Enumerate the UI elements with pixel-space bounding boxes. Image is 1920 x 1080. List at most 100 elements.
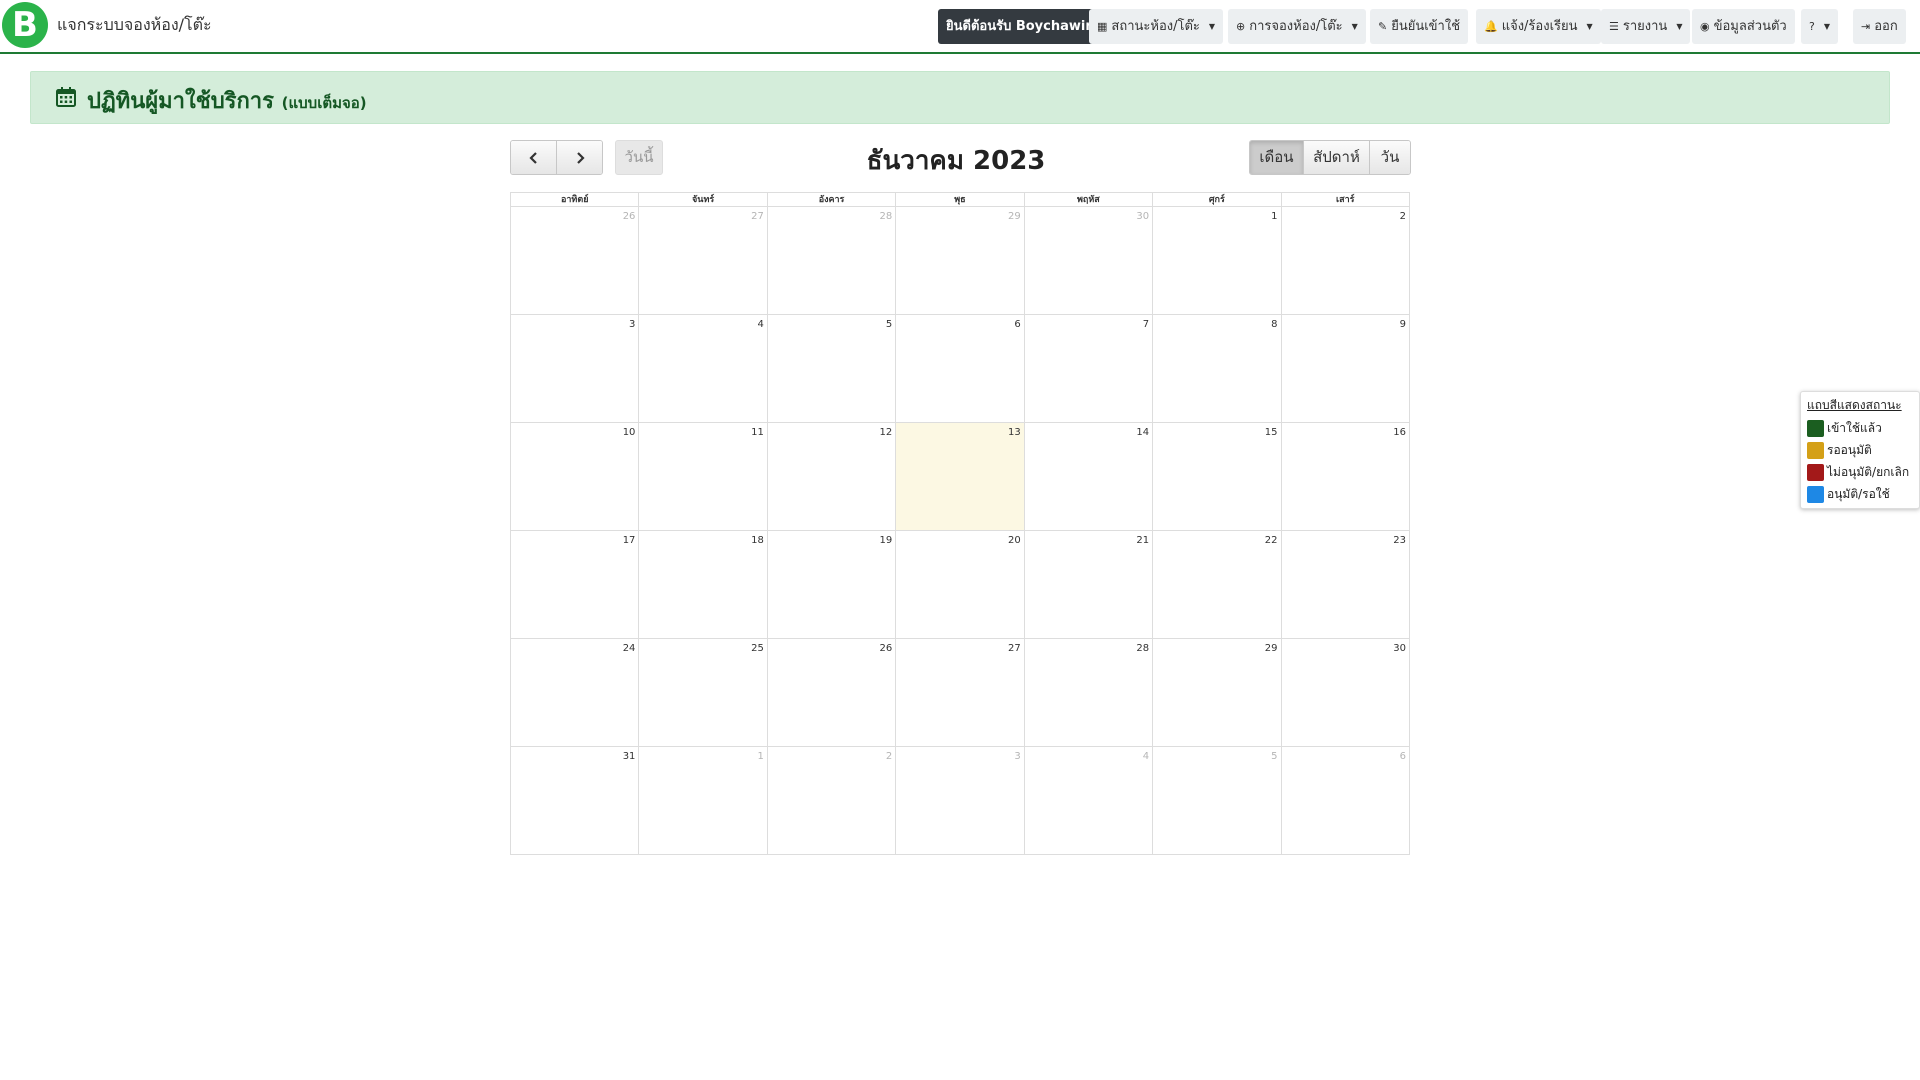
day-number: 27 <box>1007 643 1021 654</box>
day-number: 2 <box>1399 211 1406 222</box>
calendar-day-cell[interactable]: 2 <box>766 746 897 855</box>
view-day-button[interactable]: วัน <box>1370 141 1410 174</box>
welcome-user-button[interactable]: ยินดีต้อนรับ Boychawin <box>938 9 1103 44</box>
calendar-day-cell[interactable]: 1 <box>638 746 768 855</box>
profile-button[interactable]: ◉ ข้อมูลส่วนตัว <box>1692 9 1795 44</box>
day-number: 31 <box>622 751 636 762</box>
logout-button[interactable]: ⇥ ออก <box>1853 9 1906 44</box>
legend-title: แถบสีแสดงสถานะ <box>1807 398 1902 412</box>
today-button[interactable]: วันนี้ <box>615 140 663 175</box>
calendar-day-cell[interactable]: 4 <box>1023 746 1154 855</box>
legend-label: อนุมัติ/รอใช้ <box>1827 486 1890 501</box>
day-number: 3 <box>1014 751 1021 762</box>
view-month-button[interactable]: เดือน <box>1250 141 1304 174</box>
calendar-day-cell[interactable]: 3 <box>509 314 640 423</box>
calendar-day-cell[interactable]: 29 <box>1152 638 1282 747</box>
calendar-week-row: 17 18 19 20 21 22 23 <box>509 530 1411 639</box>
calendar-day-cell[interactable]: 27 <box>638 206 768 315</box>
help-menu[interactable]: ? ▼ <box>1801 9 1838 44</box>
next-button[interactable] <box>557 141 602 174</box>
legend-label: รออนุมัติ <box>1827 442 1872 457</box>
calendar-day-today[interactable]: 13 <box>895 422 1025 531</box>
calendar-day-cell[interactable]: 5 <box>1152 746 1282 855</box>
calendar-day-cell[interactable]: 31 <box>509 746 640 855</box>
table-grid-icon: ▦ <box>1097 20 1108 33</box>
calendar-day-cell[interactable]: 6 <box>1280 746 1411 855</box>
calendar-day-cell[interactable]: 29 <box>895 206 1025 315</box>
prev-button[interactable] <box>511 141 557 174</box>
calendar-day-cell[interactable]: 20 <box>895 530 1025 639</box>
calendar-day-cell[interactable]: 1 <box>1152 206 1282 315</box>
calendar-day-cell[interactable]: 10 <box>509 422 640 531</box>
calendar-day-cell[interactable]: 27 <box>895 638 1025 747</box>
calendar-day-cell[interactable]: 18 <box>638 530 768 639</box>
calendar-day-cell[interactable]: 6 <box>895 314 1025 423</box>
calendar-day-cell[interactable]: 28 <box>766 206 897 315</box>
calendar-day-cell[interactable]: 22 <box>1152 530 1282 639</box>
day-number: 15 <box>1264 427 1278 438</box>
day-number: 1 <box>1271 211 1278 222</box>
calendar-day-cell[interactable]: 4 <box>638 314 768 423</box>
calendar-day-cell[interactable]: 7 <box>1023 314 1154 423</box>
legend-item: เข้าใช้แล้ว <box>1807 417 1913 439</box>
calendar-day-cell[interactable]: 14 <box>1023 422 1154 531</box>
caret-down-icon: ▼ <box>1676 22 1683 31</box>
calendar-icon <box>56 87 76 107</box>
calendar-day-cell[interactable]: 25 <box>638 638 768 747</box>
calendar-day-cell[interactable]: 21 <box>1023 530 1154 639</box>
calendar-day-cell[interactable]: 16 <box>1280 422 1411 531</box>
calendar-day-cell[interactable]: 3 <box>895 746 1025 855</box>
view-week-button[interactable]: สัปดาห์ <box>1304 141 1370 174</box>
day-number: 30 <box>1136 211 1150 222</box>
calendar-day-cell[interactable]: 9 <box>1280 314 1411 423</box>
reports-menu[interactable]: ☰ รายงาน ▼ <box>1601 9 1691 44</box>
brand-title[interactable]: แจกระบบจองห้อง/โต๊ะ <box>57 13 212 38</box>
weekday-header: พุธ <box>895 192 1025 207</box>
room-status-menu[interactable]: ▦ สถานะห้อง/โต๊ะ ▼ <box>1089 9 1224 44</box>
calendar-day-cell[interactable]: 2 <box>1280 206 1411 315</box>
day-number: 6 <box>1399 751 1406 762</box>
logo[interactable]: B <box>2 2 48 48</box>
page-title: ปฏิทินผู้มาใช้บริการ (แบบเต็มจอ) <box>87 89 367 114</box>
calendar-day-cell[interactable]: 30 <box>1023 206 1154 315</box>
day-number: 4 <box>1142 751 1150 762</box>
calendar-day-cell[interactable]: 24 <box>509 638 640 747</box>
weekday-header: ศุกร์ <box>1152 192 1282 207</box>
sign-out-icon: ⇥ <box>1861 20 1871 33</box>
confirm-use-button[interactable]: ✎ ยืนยันเข้าใช้ <box>1370 9 1469 44</box>
day-number: 16 <box>1393 427 1406 438</box>
day-number: 26 <box>622 211 636 222</box>
page-header: ปฏิทินผู้มาใช้บริการ (แบบเต็มจอ) <box>30 71 1890 124</box>
calendar-day-cell[interactable]: 28 <box>1023 638 1154 747</box>
calendar-day-cell[interactable]: 12 <box>766 422 897 531</box>
calendar-day-cell[interactable]: 15 <box>1152 422 1282 531</box>
bell-icon: 🔔 <box>1484 20 1498 33</box>
booking-menu[interactable]: ⊕ การจองห้อง/โต๊ะ ▼ <box>1228 9 1366 44</box>
day-number: 7 <box>1142 319 1150 330</box>
calendar-week-row: 3 4 5 6 7 8 9 <box>509 314 1411 423</box>
day-number: 5 <box>885 319 893 330</box>
calendar-day-cell[interactable]: 17 <box>509 530 640 639</box>
chevron-left-icon <box>528 152 537 164</box>
calendar-day-cell[interactable]: 8 <box>1152 314 1282 423</box>
day-number: 13 <box>1007 427 1021 438</box>
calendar-day-cell[interactable]: 19 <box>766 530 897 639</box>
calendar-day-cell[interactable]: 23 <box>1280 530 1411 639</box>
weekday-header: อังคาร <box>766 192 897 207</box>
status-legend: แถบสีแสดงสถานะ เข้าใช้แล้ว รออนุมัติ ไม่อน… <box>1800 391 1920 509</box>
weekday-header: พฤหัส <box>1023 192 1154 207</box>
day-number: 11 <box>751 427 764 438</box>
edit-icon: ✎ <box>1378 20 1388 33</box>
calendar-week-row: 24 25 26 27 28 29 30 <box>509 638 1411 747</box>
calendar-day-cell[interactable]: 26 <box>766 638 897 747</box>
day-number: 3 <box>629 319 636 330</box>
legend-label: เข้าใช้แล้ว <box>1827 420 1882 435</box>
day-number: 6 <box>1014 319 1021 330</box>
day-number: 18 <box>751 535 764 546</box>
legend-swatch <box>1807 419 1824 437</box>
calendar-day-cell[interactable]: 11 <box>638 422 768 531</box>
calendar-day-cell[interactable]: 30 <box>1280 638 1411 747</box>
calendar-day-cell[interactable]: 5 <box>766 314 897 423</box>
calendar-day-cell[interactable]: 26 <box>509 206 640 315</box>
report-issue-menu[interactable]: 🔔 แจ้ง/ร้องเรียน ▼ <box>1476 9 1601 44</box>
